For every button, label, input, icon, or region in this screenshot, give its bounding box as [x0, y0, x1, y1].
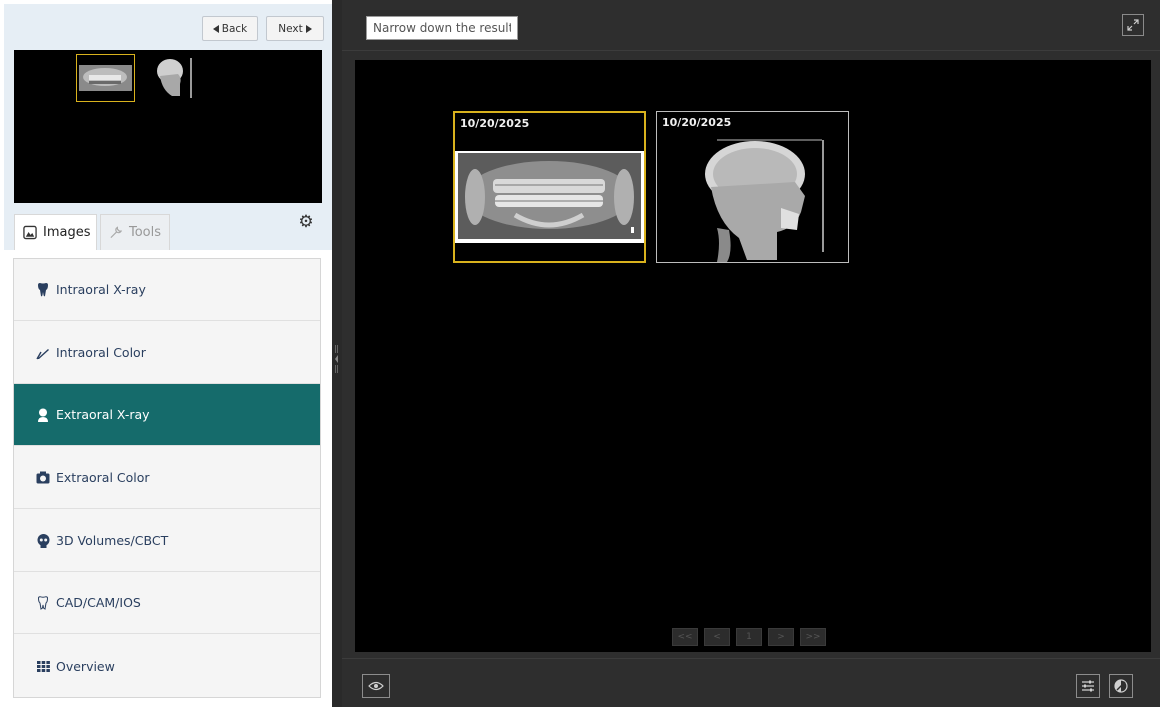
filter-input[interactable] [366, 16, 518, 40]
tab-tools[interactable]: Tools [100, 214, 170, 250]
next-button-label: Next [278, 22, 303, 35]
contrast-icon[interactable] [1109, 674, 1133, 698]
back-button[interactable]: Back [202, 16, 258, 41]
page-number[interactable]: 1 [736, 628, 762, 646]
thumbnail-preview [14, 50, 322, 203]
pagination: << < 1 > >> [672, 628, 826, 646]
back-button-label: Back [221, 22, 248, 35]
menu-item-intraoral-xray[interactable]: Intraoral X-ray [14, 259, 320, 321]
image-category-menu: Intraoral X-ray Intraoral Color Extraora… [13, 258, 321, 698]
first-page-button[interactable]: << [672, 628, 698, 646]
thumbnail-panoramic[interactable] [76, 54, 135, 102]
menu-item-cad-cam[interactable]: CAD/CAM/IOS [14, 572, 320, 634]
last-page-button[interactable]: >> [800, 628, 826, 646]
prev-page-button[interactable]: < [704, 628, 730, 646]
image-date: 10/20/2025 [460, 117, 530, 130]
divider [342, 658, 1160, 659]
next-page-button[interactable]: > [768, 628, 794, 646]
gear-icon[interactable]: ⚙ [296, 212, 316, 232]
cephalometric-xray-image [677, 132, 827, 262]
app-root: Back Next Images Tools ⚙ Intraoral X-ray… [0, 0, 1160, 707]
person-icon [36, 408, 50, 422]
next-arrow-icon [305, 24, 312, 33]
back-arrow-icon [212, 24, 219, 33]
menu-item-label: Intraoral X-ray [56, 282, 146, 297]
image-viewer: 10/20/2025 10/20/2025 [342, 0, 1160, 707]
menu-item-label: 3D Volumes/CBCT [56, 533, 169, 548]
thumbnail-cephalometric[interactable] [152, 54, 200, 102]
tooth-outline-icon [36, 595, 50, 610]
menu-item-label: Extraoral X-ray [56, 407, 150, 422]
menu-item-intraoral-color[interactable]: Intraoral Color [14, 322, 320, 384]
menu-item-label: Extraoral Color [56, 470, 150, 485]
panel-splitter[interactable] [332, 0, 342, 707]
camera-icon [36, 471, 50, 485]
tab-tools-label: Tools [129, 225, 162, 240]
menu-item-extraoral-xray[interactable]: Extraoral X-ray [14, 384, 320, 446]
menu-item-overview[interactable]: Overview [14, 635, 320, 697]
menu-item-label: CAD/CAM/IOS [56, 595, 141, 610]
menu-item-label: Overview [56, 658, 115, 674]
intraoral-camera-icon [36, 346, 50, 360]
preview-area: Back Next Images Tools [4, 4, 332, 250]
skull-icon [36, 533, 50, 548]
divider [342, 50, 1160, 51]
tab-images-label: Images [43, 225, 91, 240]
expand-icon[interactable] [1122, 14, 1144, 36]
menu-item-extraoral-color[interactable]: Extraoral Color [14, 447, 320, 509]
menu-item-label: Intraoral Color [56, 345, 146, 360]
tab-images[interactable]: Images [14, 214, 97, 250]
tooth-icon [36, 282, 50, 297]
next-button[interactable]: Next [266, 16, 324, 41]
image-card-panoramic[interactable]: 10/20/2025 [453, 111, 646, 263]
image-card-cephalometric[interactable]: 10/20/2025 [656, 111, 849, 263]
image-icon [23, 225, 37, 240]
adjustments-icon[interactable] [1076, 674, 1100, 698]
grid-icon [36, 659, 50, 673]
image-grid: 10/20/2025 10/20/2025 << < 1 > >> [355, 60, 1151, 652]
eye-icon[interactable] [362, 674, 390, 698]
wrench-icon [109, 226, 123, 240]
splitter-grip-icon[interactable] [335, 345, 339, 373]
image-date: 10/20/2025 [662, 116, 732, 129]
panoramic-xray-image [455, 151, 644, 243]
menu-item-3d-volumes[interactable]: 3D Volumes/CBCT [14, 510, 320, 572]
left-panel: Back Next Images Tools ⚙ Intraoral X-ray… [0, 0, 332, 707]
